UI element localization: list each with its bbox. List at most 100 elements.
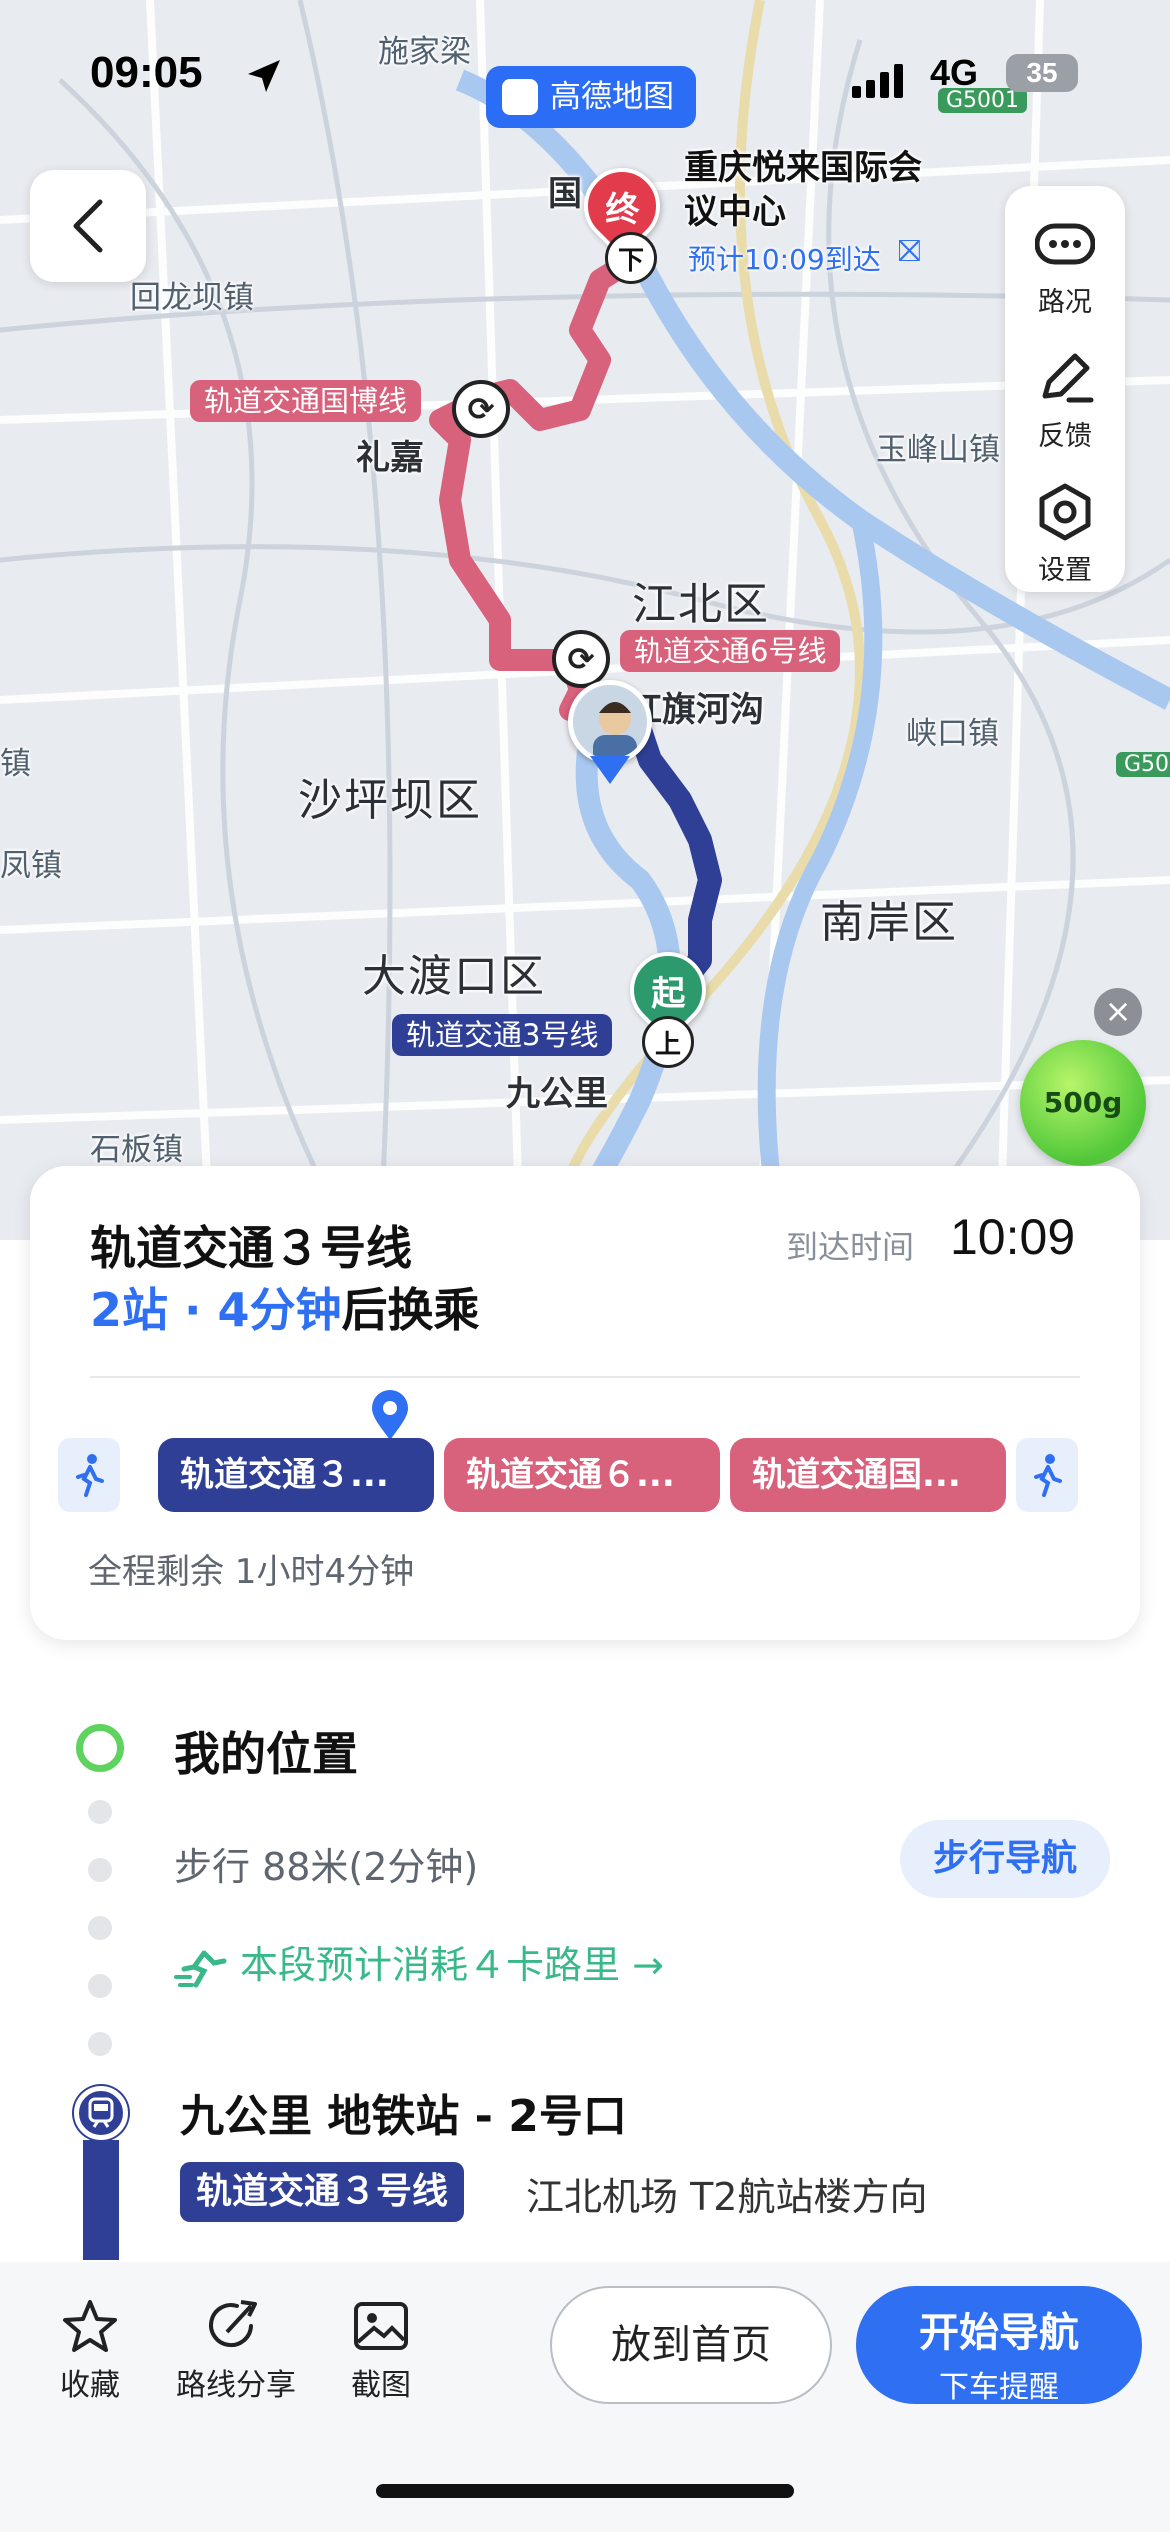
map-view[interactable]: 施家梁 回龙坝镇 礼嘉 玉峰山镇 江北区 红旗河沟 峡口镇 沙坪坝区 大渡口区 … [0,0,1170,1240]
location-arrow-icon [248,60,280,92]
amap-badge[interactable]: 高德地图 [486,66,696,128]
chevron-left-icon [73,199,103,253]
map-label-dadukou: 大渡口区 [362,951,546,1002]
line-tag-6: 轨道交通6号线 [620,630,841,672]
map-label-yufengshan: 玉峰山镇 [876,432,1000,468]
share-label: 路线分享 [176,2368,296,2403]
running-person-icon [174,1950,227,1987]
share-route-button[interactable]: 路线分享 [166,2298,306,2404]
walking-person-icon [1034,1454,1062,1497]
map-tools-panel: 路况 反馈 设置 [1005,186,1125,592]
favorite-label: 收藏 [60,2368,120,2403]
alight-node: 下 [605,232,657,284]
destination-name-line1: 重庆悦来国际会 [684,148,922,188]
battery-level: 35 [1006,54,1078,92]
map-label-jiugongli: 九公里 [506,1074,608,1114]
map-label-shapingba: 沙坪坝区 [298,775,482,826]
line-3-tag: 轨道交通３号线 [180,2162,465,2222]
image-icon [354,2302,408,2350]
star-icon [63,2300,117,2352]
start-navigation-button[interactable]: 开始导航 下车提醒 [856,2286,1142,2405]
current-position-marker-icon [372,1390,408,1440]
transfer-icon-2: ⟳ [552,630,610,688]
map-label-guo: 国 [548,174,582,214]
metro-station-icon [74,2086,128,2140]
map-label-nanan: 南岸区 [820,897,958,948]
transfer-text: 后换乘 [341,1283,480,1337]
board-node: 上 [642,1016,694,1068]
walk-distance-text: 步行 88米(2分钟) [174,1845,479,1889]
step-dot [88,2032,112,2056]
boarding-station-title: 九公里 地铁站 - 2号口 [180,2091,627,2142]
arrive-time: 10:09 [950,1209,1076,1265]
share-arrow-icon [209,2300,257,2348]
start-navigation-label: 开始导航 [919,2310,1079,2356]
network-type: 4G [930,52,979,93]
map-label-shiban: 石板镇 [90,1132,183,1168]
segment-line-guobo[interactable]: 轨道交通国... [730,1438,1006,1512]
separator-dot: · [184,1283,202,1337]
segment-line-6[interactable]: 轨道交通６... [444,1438,720,1512]
feedback-pencil-icon [1042,353,1094,403]
feedback-label: 反馈 [1038,421,1092,452]
screenshot-button[interactable]: 截图 [338,2298,424,2404]
transfer-icon: ⟳ [452,380,510,438]
screenshot-label: 截图 [351,2368,411,2403]
calorie-text: 本段预计消耗４卡路里 → [240,1943,664,1987]
my-location-title: 我的位置 [174,1727,358,1781]
segment-walk-start[interactable] [58,1438,120,1512]
destination-name-line2: 议中心 [684,192,786,232]
walk-navigation-button[interactable]: 步行导航 [900,1820,1110,1898]
alight-reminder-label: 下车提醒 [939,2370,1059,2405]
back-button[interactable] [30,170,146,282]
arrive-time-label: 到达时间 [786,1228,915,1266]
stations-count: 2站 [90,1283,169,1337]
map-label-jiangbei: 江北区 [632,579,770,630]
destination-eta: 预计10:09到达 [688,243,881,276]
map-label-zhen: 镇 [0,746,31,782]
metro-route-bar [83,2140,119,2260]
home-indicator[interactable] [376,2484,794,2498]
feedback-button[interactable]: 反馈 [1005,330,1125,460]
map-label-fengzhen: 凤镇 [0,848,62,884]
divider [90,1376,1080,1378]
put-on-home-button[interactable]: 放到首页 [550,2286,832,2404]
step-dot [88,1800,112,1824]
amap-badge-label: 高德地图 [550,79,674,115]
map-label-lijia: 礼嘉 [356,438,424,478]
destination-arrive-icon: ⛝ [898,234,921,269]
line-tag-guobo: 轨道交通国博线 [190,380,422,422]
status-time: 09:05 [90,48,203,97]
my-location-ring-icon [76,1724,124,1772]
route-summary-card[interactable]: 轨道交通３号线 2站 · 4分钟后换乘 到达时间 10:09 轨道交通３... … [30,1166,1140,1640]
settings-hexagon-icon [1039,483,1091,541]
step-dot [88,1974,112,1998]
status-bar: 09:05 高德地图 4G 35 [0,40,1170,128]
map-label-xiakou: 峡口镇 [906,716,999,752]
ride-minutes: 4分钟 [217,1283,342,1337]
traffic-label: 路况 [1038,287,1092,318]
segment-line-3[interactable]: 轨道交通３... [158,1438,434,1512]
settings-button[interactable]: 设置 [1005,464,1125,594]
settings-label: 设置 [1038,555,1092,586]
favorite-button[interactable]: 收藏 [50,2298,130,2404]
calorie-link[interactable]: 本段预计消耗４卡路里 → [174,1934,664,1989]
map-label-huilongba: 回龙坝镇 [130,280,254,316]
direction-text: 江北机场 T2航站楼方向 [526,2175,928,2219]
signal-icon [852,64,903,98]
segment-walk-end[interactable] [1016,1438,1078,1512]
route-transfer-summary: 2站 · 4分钟后换乘 [90,1274,480,1340]
route-line-title: 轨道交通３号线 [90,1221,412,1275]
remaining-time: 全程剩余 1小时4分钟 [88,1552,415,1592]
user-avatar[interactable] [568,680,652,764]
highway-shield-2: G50 [1116,752,1170,777]
amap-logo-icon [502,79,538,115]
close-energy-button[interactable]: × [1094,988,1142,1036]
step-dot [88,1916,112,1940]
traffic-button[interactable]: 路况 [1005,196,1125,326]
energy-ball[interactable]: 500g [1020,1040,1146,1166]
line-tag-3: 轨道交通3号线 [392,1014,613,1056]
avatar-pointer [590,756,630,784]
step-dot [88,1858,112,1882]
walking-person-icon [76,1454,104,1497]
